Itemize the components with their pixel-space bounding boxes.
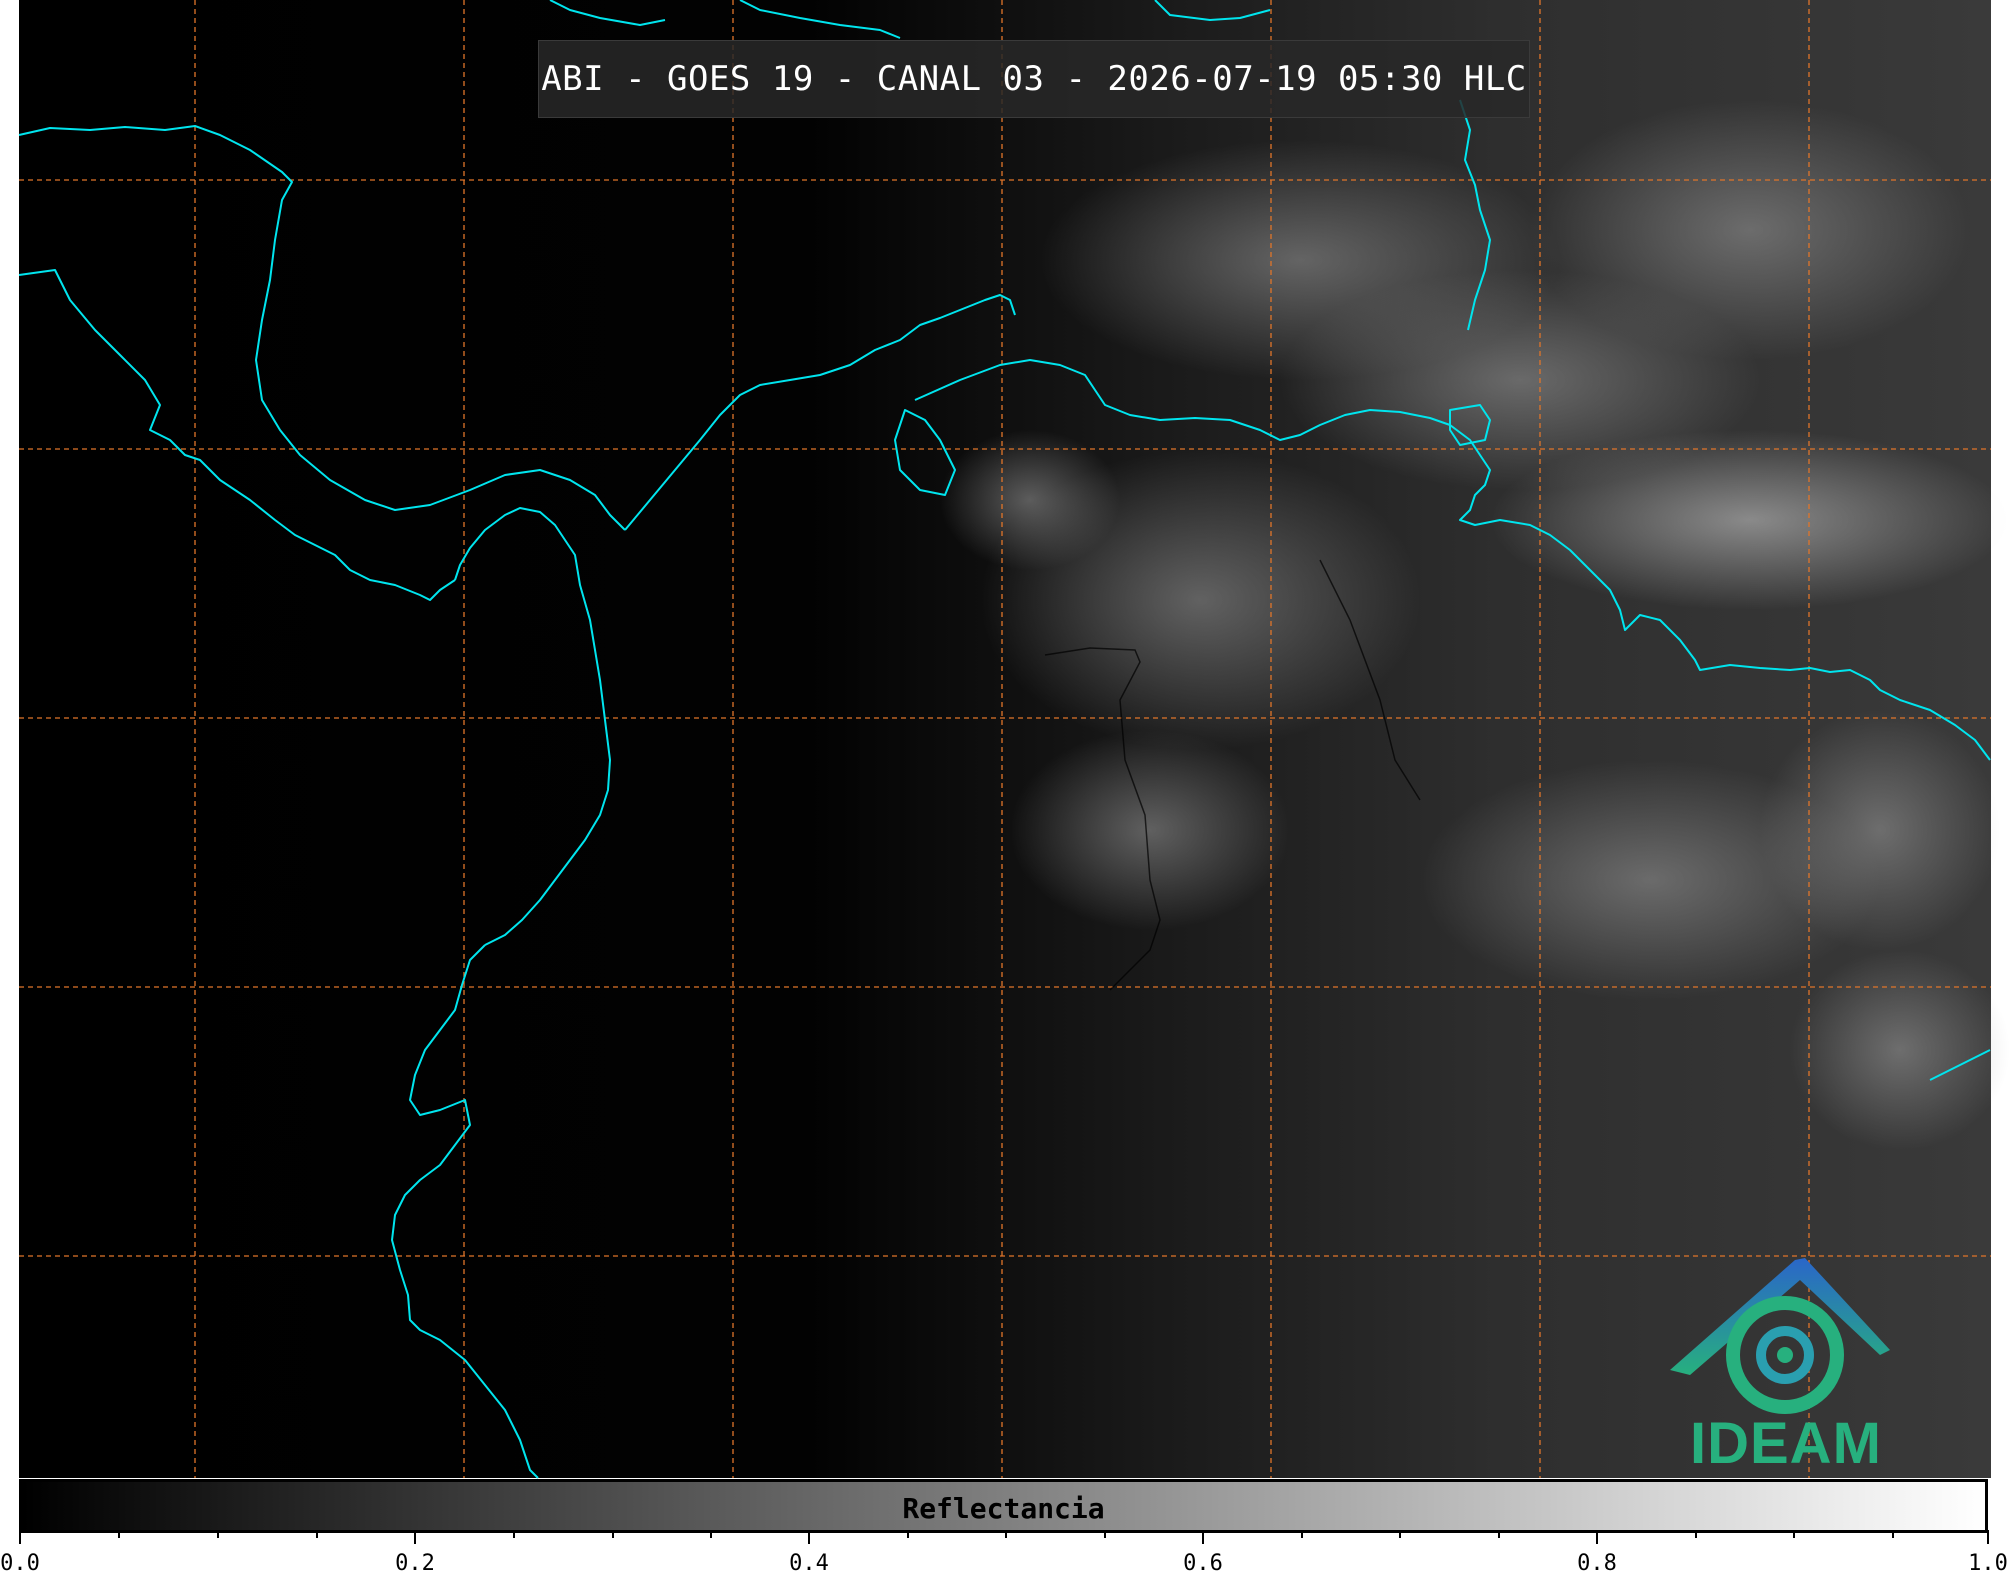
tick-label: 0.2 — [395, 1551, 435, 1576]
title-banner: ABI - GOES 19 - CANAL 03 - 2026-07-19 05… — [538, 40, 1530, 118]
tick-label: 1.0 — [1968, 1551, 2008, 1576]
tick-label: 0.8 — [1577, 1551, 1617, 1576]
satellite-map — [18, 0, 2010, 1479]
colorbar-ticks — [19, 1530, 1989, 1544]
map-title: ABI - GOES 19 - CANAL 03 - 2026-07-19 05… — [541, 59, 1527, 99]
colorbar: Reflectancia — [19, 1479, 1988, 1533]
tick-label: 0.6 — [1183, 1551, 1223, 1576]
colorbar-label: Reflectancia — [902, 1492, 1105, 1525]
tick-label: 0.0 — [0, 1551, 40, 1576]
ideam-logo-text: IDEAM — [1690, 1411, 1882, 1476]
tick-label: 0.4 — [789, 1551, 829, 1576]
